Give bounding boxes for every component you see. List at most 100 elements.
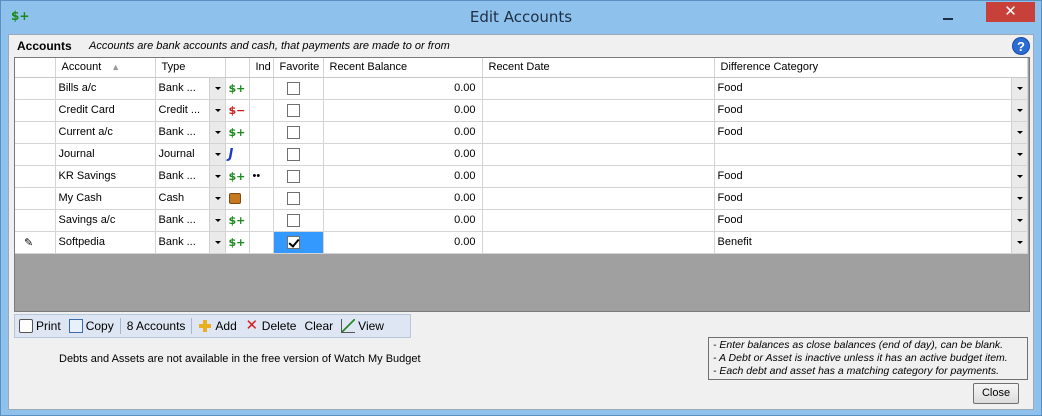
row-selector[interactable] [15, 143, 56, 166]
favorite-cell[interactable] [273, 187, 324, 210]
recent-date-cell[interactable] [482, 143, 715, 166]
table-row[interactable]: Credit Card Credit ... $− 0.00 Food [15, 99, 1028, 122]
add-button[interactable]: Add [194, 315, 240, 337]
recent-balance-cell[interactable]: 0.00 [323, 165, 483, 188]
column-header-favorite[interactable]: Favorite [273, 58, 324, 78]
favorite-checkbox[interactable] [286, 81, 300, 95]
category-dropdown-arrow-icon[interactable] [1010, 121, 1026, 142]
row-selector[interactable] [15, 187, 56, 210]
account-cell[interactable]: KR Savings [55, 165, 156, 188]
recent-date-cell[interactable] [482, 121, 715, 144]
type-cell[interactable]: Credit ... [155, 99, 226, 122]
type-cell[interactable]: Cash [155, 187, 226, 210]
type-dropdown-arrow-icon[interactable] [208, 187, 224, 208]
row-selector[interactable] [15, 209, 56, 232]
favorite-cell[interactable] [273, 165, 324, 188]
recent-date-cell[interactable] [482, 165, 715, 188]
type-dropdown-arrow-icon[interactable] [208, 231, 224, 252]
copy-button[interactable]: Copy [65, 315, 118, 337]
title-bar[interactable]: $+ Edit Accounts ✕ [1, 1, 1041, 32]
account-cell[interactable]: Savings a/c [55, 209, 156, 232]
account-cell[interactable]: Current a/c [55, 121, 156, 144]
recent-balance-cell[interactable]: 0.00 [323, 143, 483, 166]
favorite-checkbox[interactable] [286, 125, 300, 139]
favorite-checkbox[interactable] [286, 103, 300, 117]
window-close-button[interactable]: ✕ [986, 2, 1035, 22]
column-header-account[interactable]: Account ▲ [55, 58, 156, 78]
category-dropdown-arrow-icon[interactable] [1010, 99, 1026, 120]
table-row[interactable]: Bills a/c Bank ... $+ 0.00 Food [15, 77, 1028, 100]
category-dropdown-arrow-icon[interactable] [1010, 209, 1026, 230]
column-header-type[interactable]: Type [155, 58, 226, 78]
account-cell[interactable]: My Cash [55, 187, 156, 210]
column-header-difference-category[interactable]: Difference Category [714, 58, 1028, 78]
type-dropdown-arrow-icon[interactable] [208, 77, 224, 98]
recent-balance-cell[interactable]: 0.00 [323, 231, 483, 254]
difference-category-cell[interactable]: Food [714, 165, 1028, 188]
favorite-cell[interactable] [273, 99, 324, 122]
difference-category-cell[interactable]: Food [714, 77, 1028, 100]
favorite-checkbox[interactable] [286, 147, 300, 161]
type-cell[interactable]: Bank ... [155, 165, 226, 188]
table-row[interactable]: Current a/c Bank ... $+ 0.00 Food [15, 121, 1028, 144]
recent-date-cell[interactable] [482, 187, 715, 210]
type-cell[interactable]: Bank ... [155, 77, 226, 100]
accounts-grid[interactable]: Account ▲ Type Ind Favorite Recent Balanc… [14, 57, 1030, 312]
recent-date-cell[interactable] [482, 77, 715, 100]
column-header-recent-date[interactable]: Recent Date [482, 58, 715, 78]
account-cell[interactable]: Softpedia [55, 231, 156, 254]
category-dropdown-arrow-icon[interactable] [1010, 231, 1026, 252]
type-dropdown-arrow-icon[interactable] [208, 99, 224, 120]
row-selector[interactable]: ✎ [15, 231, 56, 254]
type-dropdown-arrow-icon[interactable] [208, 209, 224, 230]
recent-date-cell[interactable] [482, 231, 715, 254]
type-dropdown-arrow-icon[interactable] [208, 121, 224, 142]
minimize-button[interactable] [941, 11, 955, 23]
recent-balance-cell[interactable]: 0.00 [323, 99, 483, 122]
view-button[interactable]: View [337, 315, 388, 337]
difference-category-cell[interactable]: Benefit [714, 231, 1028, 254]
favorite-cell[interactable] [273, 231, 324, 254]
category-dropdown-arrow-icon[interactable] [1010, 77, 1026, 98]
row-selector[interactable] [15, 121, 56, 144]
favorite-checkbox[interactable] [286, 213, 300, 227]
category-dropdown-arrow-icon[interactable] [1010, 187, 1026, 208]
difference-category-cell[interactable]: Food [714, 209, 1028, 232]
clear-button[interactable]: Clear [300, 315, 337, 337]
type-cell[interactable]: Bank ... [155, 121, 226, 144]
recent-balance-cell[interactable]: 0.00 [323, 187, 483, 210]
column-header-ind[interactable]: Ind [249, 58, 274, 78]
recent-balance-cell[interactable]: 0.00 [323, 121, 483, 144]
type-cell[interactable]: Journal [155, 143, 226, 166]
favorite-cell[interactable] [273, 121, 324, 144]
help-icon[interactable]: ? [1012, 37, 1030, 55]
favorite-cell[interactable] [273, 209, 324, 232]
favorite-checkbox[interactable] [286, 169, 300, 183]
delete-button[interactable]: ✕ Delete [241, 315, 301, 337]
favorite-cell[interactable] [273, 143, 324, 166]
favorite-checkbox[interactable] [286, 191, 300, 205]
recent-balance-cell[interactable]: 0.00 [323, 77, 483, 100]
type-dropdown-arrow-icon[interactable] [208, 165, 224, 186]
account-cell[interactable]: Bills a/c [55, 77, 156, 100]
account-cell[interactable]: Credit Card [55, 99, 156, 122]
recent-date-cell[interactable] [482, 99, 715, 122]
row-selector[interactable] [15, 165, 56, 188]
column-header-recent-balance[interactable]: Recent Balance [323, 58, 483, 78]
column-header-type-icon[interactable] [225, 58, 250, 78]
type-cell[interactable]: Bank ... [155, 209, 226, 232]
close-button[interactable]: Close [973, 383, 1019, 404]
favorite-checkbox[interactable] [286, 235, 300, 249]
account-cell[interactable]: Journal [55, 143, 156, 166]
category-dropdown-arrow-icon[interactable] [1010, 143, 1026, 164]
print-button[interactable]: Print [15, 315, 65, 337]
difference-category-cell[interactable]: Food [714, 99, 1028, 122]
row-selector[interactable] [15, 77, 56, 100]
type-cell[interactable]: Bank ... [155, 231, 226, 254]
difference-category-cell[interactable] [714, 143, 1028, 166]
table-row[interactable]: My Cash Cash 0.00 Food [15, 187, 1028, 210]
table-row[interactable]: KR Savings Bank ... $+ •• 0.00 Food [15, 165, 1028, 188]
favorite-cell[interactable] [273, 77, 324, 100]
difference-category-cell[interactable]: Food [714, 187, 1028, 210]
difference-category-cell[interactable]: Food [714, 121, 1028, 144]
